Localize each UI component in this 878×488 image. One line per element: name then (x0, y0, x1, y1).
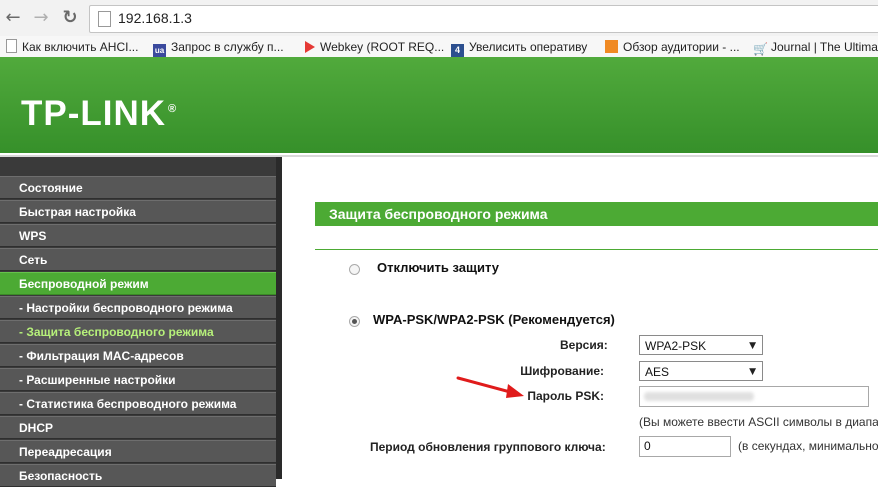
chart-icon (605, 40, 618, 53)
red-arrow-icon (456, 376, 524, 398)
section-divider (315, 249, 878, 250)
encryption-label: Шифрование: (520, 364, 604, 378)
group-key-label: Период обновления группового ключа: (370, 440, 606, 454)
play-store-icon (305, 41, 315, 53)
bookmark-item[interactable]: Как включить AHCI... (6, 39, 138, 55)
encryption-value: AES (645, 365, 670, 379)
bookmark-item[interactable]: 🛒 Journal | The Ultima (753, 39, 878, 56)
sidebar-item-wireless-settings[interactable]: - Настройки беспроводного режима (0, 296, 276, 319)
bookmark-label: Webkey (ROOT REQ... (320, 40, 445, 54)
sidebar-item-mac-filtering[interactable]: - Фильтрация MAC-адресов (0, 344, 276, 367)
sidebar-item-status[interactable]: Состояние (0, 176, 276, 199)
blurred-password (644, 392, 754, 401)
version-value: WPA2-PSK (645, 339, 707, 353)
disable-security-radio[interactable] (349, 264, 360, 275)
page-icon (6, 39, 17, 53)
group-key-hint: (в секундах, минимально (738, 439, 878, 453)
version-select[interactable]: WPA2-PSK ▼ (639, 335, 763, 355)
disable-security-label: Отключить защиту (377, 260, 499, 275)
group-key-input[interactable]: 0 (639, 436, 731, 457)
bookmark-label: Обзор аудитории - ... (623, 40, 740, 54)
page-title: Защита беспроводного режима (315, 202, 878, 226)
logo-text: TP-LINK (21, 94, 167, 133)
reload-icon[interactable]: ↻ (59, 7, 81, 29)
version-label: Версия: (560, 338, 608, 352)
bookmark-label: Как включить AHCI... (22, 40, 139, 54)
wpa-psk-radio[interactable] (349, 316, 360, 327)
logo-registered-mark: ® (168, 103, 178, 116)
site-icon: 4 (451, 44, 464, 57)
sidebar-item-wps[interactable]: WPS (0, 224, 276, 247)
sidebar-item-wireless[interactable]: Беспроводной режим (0, 272, 276, 295)
psk-password-input[interactable] (639, 386, 869, 407)
address-bar[interactable]: 192.168.1.3 (89, 5, 878, 33)
bookmark-label: Увелисить оперативу (469, 40, 588, 54)
bookmark-item[interactable]: ua Запрос в службу п... (153, 39, 284, 57)
arrow-left-icon[interactable]: ← (2, 7, 24, 29)
bookmark-item[interactable]: Webkey (ROOT REQ... (305, 39, 444, 55)
bookmark-label: Journal | The Ultima (771, 40, 878, 54)
cart-icon: 🛒 (753, 42, 768, 56)
router-header: TP-LINK ® (0, 57, 878, 153)
sidebar-item-quick-setup[interactable]: Быстрая настройка (0, 200, 276, 223)
wpa-psk-label: WPA-PSK/WPA2-PSK (Рекомендуется) (373, 312, 615, 327)
ua-icon: ua (153, 44, 166, 57)
sidebar-item-statistics[interactable]: - Статистика беспроводного режима (0, 392, 276, 415)
psk-hint: (Вы можете ввести ASCII символы в диапа (639, 415, 878, 429)
tp-link-logo: TP-LINK ® (21, 94, 177, 134)
arrow-right-icon[interactable]: → (30, 7, 52, 29)
dropdown-arrow-icon: ▼ (749, 367, 756, 377)
address-url[interactable]: 192.168.1.3 (118, 10, 192, 26)
page-icon (98, 11, 111, 27)
sidebar-item-forwarding[interactable]: Переадресация (0, 440, 276, 463)
bookmark-item[interactable]: Обзор аудитории - ... (605, 39, 740, 55)
sidebar-item-security[interactable]: Безопасность (0, 464, 276, 487)
bookmark-item[interactable]: 4 Увелисить оперативу (451, 39, 588, 57)
sidebar-item-wireless-security[interactable]: - Защита беспроводного режима (0, 320, 276, 343)
bookmark-label: Запрос в службу п... (171, 40, 284, 54)
encryption-select[interactable]: AES ▼ (639, 361, 763, 381)
dropdown-arrow-icon: ▼ (749, 341, 756, 351)
sidebar-item-advanced[interactable]: - Расширенные настройки (0, 368, 276, 391)
bookmarks-bar: Как включить AHCI... ua Запрос в службу п… (0, 36, 878, 58)
sidebar-item-dhcp[interactable]: DHCP (0, 416, 276, 439)
sidebar-item-network[interactable]: Сеть (0, 248, 276, 271)
psk-label: Пароль PSK: (527, 389, 604, 403)
browser-toolbar: ← → ↻ 192.168.1.3 (0, 0, 878, 37)
